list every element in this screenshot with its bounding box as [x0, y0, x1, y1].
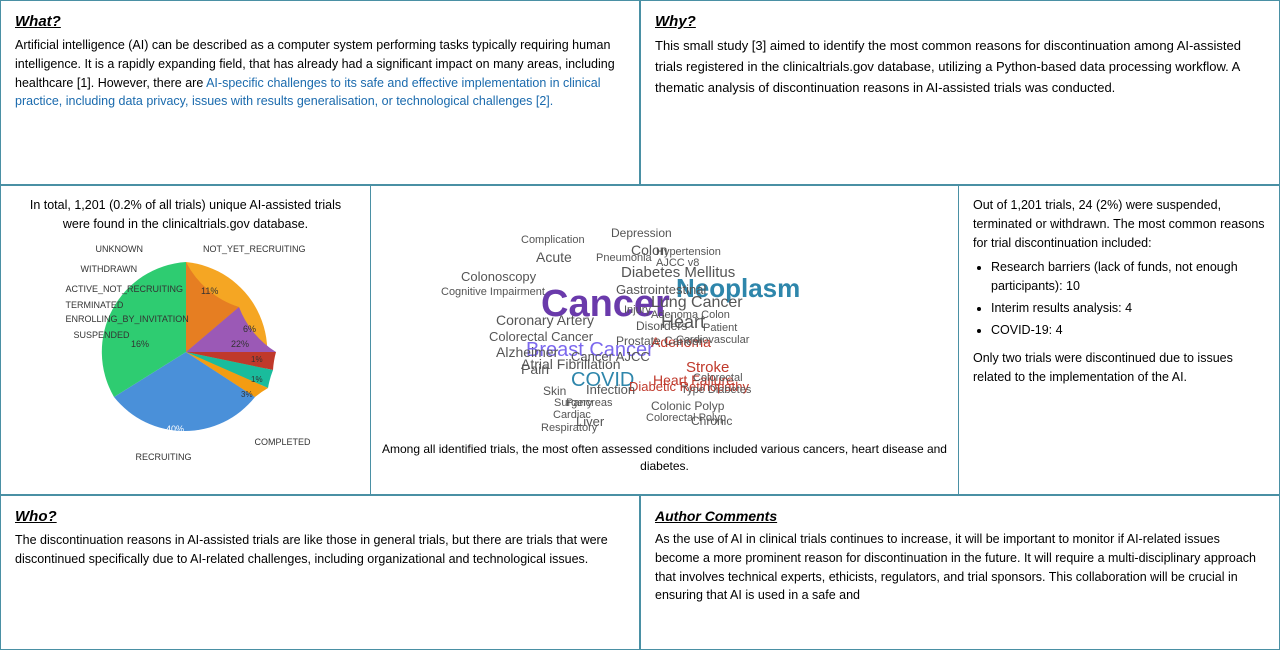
- author-text: As the use of AI in clinical trials cont…: [655, 530, 1265, 605]
- word-ajcc-v8: AJCC v8: [656, 258, 699, 269]
- word-complication: Complication: [521, 235, 585, 246]
- label-enrolling: 3%: [241, 390, 253, 399]
- word-colorectal: Colorectal: [693, 373, 743, 384]
- what-title: What?: [15, 13, 625, 30]
- pie-intro-text: In total, 1,201 (0.2% of all trials) uni…: [15, 196, 356, 234]
- pie-label-suspended: SUSPENDED: [74, 330, 130, 340]
- word-depression: Depression: [611, 227, 672, 239]
- pie-label-enrolling: ENROLLING_BY_INVITATION: [66, 314, 189, 324]
- pie-label-recruiting: RECRUITING: [136, 452, 192, 462]
- stats-intro: Out of 1,201 trials, 24 (2%) were suspen…: [973, 196, 1265, 252]
- pie-section: In total, 1,201 (0.2% of all trials) uni…: [1, 186, 371, 494]
- word-type-diabetes: Type Diabetes: [681, 385, 751, 396]
- word-hypertension: Hypertension: [656, 247, 721, 258]
- why-text: This small study [3] aimed to identify t…: [655, 36, 1265, 98]
- word-chronic: Chronic: [691, 415, 732, 427]
- label-unknown: 11%: [201, 286, 218, 296]
- who-title: Who?: [15, 508, 625, 525]
- word-cardiac: Cardiac: [553, 410, 591, 421]
- main-grid: What? Artificial intelligence (AI) can b…: [0, 0, 1280, 640]
- stats-outro: Only two trials were discontinued due to…: [973, 349, 1265, 387]
- pie-label-active: ACTIVE_NOT_RECRUITING: [66, 284, 184, 294]
- word-patient: Patient: [703, 323, 737, 334]
- wordcloud-section: CancerBreast CancerNeoplasmCOVIDCoronary…: [371, 186, 959, 494]
- pie-label-completed: COMPLETED: [254, 437, 310, 447]
- stats-section: Out of 1,201 trials, 24 (2%) were suspen…: [959, 186, 1279, 494]
- word-disorders: Disorders: [636, 320, 687, 332]
- bullet-item-1: Research barriers (lack of funds, not en…: [991, 258, 1265, 296]
- pie-label-withdrawn: WITHDRAWN: [81, 264, 138, 274]
- word-pain: Pain: [521, 362, 549, 376]
- label-recruiting: 40%: [166, 424, 184, 434]
- pie-label-not-yet-recruiting: NOT_YET_RECRUITING: [203, 244, 306, 254]
- word-acute: Acute: [536, 250, 572, 264]
- word-cognitive-impairment: Cognitive Impairment: [441, 287, 545, 298]
- word-coronary-artery: Coronary Artery: [496, 313, 594, 327]
- label-terminated: 1%: [251, 375, 263, 384]
- pie-label-terminated: TERMINATED: [66, 300, 124, 310]
- who-text: The discontinuation reasons in AI-assist…: [15, 531, 625, 569]
- label-withdrawn: 1%: [251, 355, 263, 364]
- why-title: Why?: [655, 13, 1265, 30]
- word-respiratory: Respiratory: [541, 423, 597, 434]
- bullet-item-2: Interim results analysis: 4: [991, 299, 1265, 318]
- pie-chart: 22% 40% 16% 11% 6% 1% 1% 3% NOT_YET_RECR…: [76, 242, 296, 462]
- word-cancer-ajcc: Cancer AJCC: [571, 350, 650, 363]
- word-colonic-polyp: Colonic Polyp: [651, 400, 724, 412]
- what-text: Artificial intelligence (AI) can be desc…: [15, 36, 625, 111]
- label-active: 6%: [243, 324, 256, 334]
- word-pneumonia: Pneumonia: [596, 253, 652, 264]
- word-surgery: Surgery: [554, 398, 593, 409]
- word-colonoscopy: Colonoscopy: [461, 270, 536, 283]
- who-section: Who? The discontinuation reasons in AI-a…: [0, 495, 640, 650]
- word-infection: Infection: [586, 383, 635, 396]
- word-colorectal-cancer: Colorectal Cancer: [489, 330, 593, 343]
- label-completed: 22%: [231, 339, 249, 349]
- why-section: Why? This small study [3] aimed to ident…: [640, 0, 1280, 185]
- pie-label-unknown: UNKNOWN: [96, 244, 144, 254]
- word-cardiovascular: Cardiovascular: [676, 335, 749, 346]
- what-section: What? Artificial intelligence (AI) can b…: [0, 0, 640, 185]
- label-not-yet: 16%: [131, 339, 149, 349]
- bullet-list: Research barriers (lack of funds, not en…: [973, 258, 1265, 339]
- word-injury: Injury: [624, 305, 651, 316]
- author-section: Author Comments As the use of AI in clin…: [640, 495, 1280, 650]
- pie-svg: 22% 40% 16% 11% 6% 1% 1% 3%: [76, 242, 296, 462]
- wordcloud: CancerBreast CancerNeoplasmCOVIDCoronary…: [381, 205, 948, 435]
- bullet-item-3: COVID-19: 4: [991, 321, 1265, 340]
- word-alzheimer: Alzheimer: [496, 345, 558, 359]
- word-adenoma-colon: Adenoma Colon: [651, 310, 730, 321]
- middle-section: In total, 1,201 (0.2% of all trials) uni…: [0, 185, 1280, 495]
- word-skin: Skin: [543, 385, 566, 397]
- author-title: Author Comments: [655, 508, 1265, 524]
- word-gastrointestinal: Gastrointestinal: [616, 283, 706, 296]
- wordcloud-caption: Among all identified trials, the most of…: [381, 441, 948, 475]
